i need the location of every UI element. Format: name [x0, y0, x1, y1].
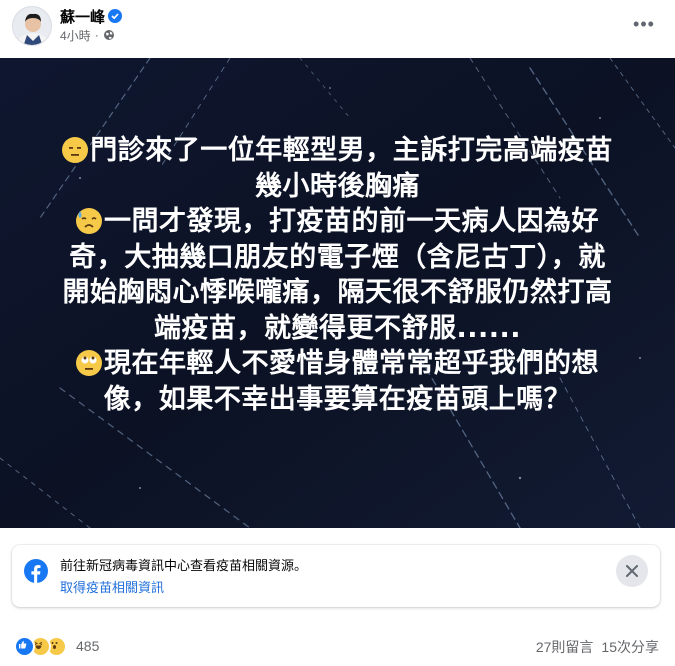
close-card-button[interactable]: [616, 555, 648, 587]
like-reaction-icon: [14, 635, 35, 657]
text-line-8: 像，如果不幸出事要算在疫苗頭上嗎？: [103, 383, 572, 415]
meta-separator: ·: [94, 28, 99, 42]
post-image-text: 門診來了一位年輕型男，主訴打完高端疫苗 幾小時後胸痛 一問才發現，打疫苗的前一天…: [30, 133, 645, 417]
covid-info-card: 前往新冠病毒資訊中心查看疫苗相關資源。 取得疫苗相關資訊: [12, 545, 660, 607]
facebook-logo-icon: [24, 559, 48, 583]
vaccine-info-link[interactable]: 取得疫苗相關資訊: [60, 577, 164, 596]
text-line-6: 端疫苗，就變得更不舒服......: [153, 312, 522, 344]
text-line-5: 開始胸悶心悸喉嚨痛，隔天很不舒服仍然打高: [62, 277, 613, 308]
more-options-button[interactable]: •••: [627, 10, 661, 38]
post-timestamp[interactable]: 4小時: [60, 27, 91, 44]
reaction-count: 485: [76, 638, 100, 654]
globe-icon[interactable]: [103, 29, 115, 41]
text-line-1: 門診來了一位年輕型男，主訴打完高端疫苗: [30, 133, 645, 169]
author-avatar[interactable]: [12, 6, 52, 46]
post-header: 蘇一峰 4小時 · •••: [0, 0, 675, 58]
text-line-3-content: 一問才發現，打疫苗的前一天病人因為好: [104, 206, 599, 237]
post-meta: 4小時 ·: [60, 27, 115, 43]
facebook-post: 蘇一峰 4小時 · ••• 門診來了一位年輕型男，主訴打完高端疫苗 幾小時後胸痛…: [0, 0, 675, 666]
author-name[interactable]: 蘇一峰: [60, 6, 105, 27]
sweat-face-icon: [76, 208, 102, 234]
text-line-4: 奇，大抽幾口朋友的電子煙（含尼古丁），就: [69, 241, 606, 273]
text-line-7: 現在年輕人不愛惜身體常常超乎我們的想: [30, 346, 645, 382]
reactions-summary[interactable]: 485: [14, 635, 100, 657]
expressionless-face-icon: [62, 137, 89, 163]
text-line-3: 一問才發現，打疫苗的前一天病人因為好: [30, 204, 645, 240]
post-stats: 27則留言 15次分享: [536, 637, 659, 657]
verified-badge-icon: [108, 9, 122, 23]
close-icon: [626, 565, 638, 577]
covid-info-text: 前往新冠病毒資訊中心查看疫苗相關資源。: [60, 558, 308, 573]
text-line-2: 幾小時後胸痛: [255, 170, 420, 202]
shares-count-link[interactable]: 15次分享: [601, 637, 659, 657]
eye-roll-face-icon: [76, 350, 102, 376]
avatar-photo: [13, 7, 51, 45]
comments-count-link[interactable]: 27則留言: [536, 637, 594, 657]
text-line-7-content: 現在年輕人不愛惜身體常常超乎我們的想: [104, 348, 599, 379]
post-image[interactable]: 門診來了一位年輕型男，主訴打完高端疫苗 幾小時後胸痛 一問才發現，打疫苗的前一天…: [0, 58, 675, 528]
text-line-1-content: 門診來了一位年輕型男，主訴打完高端疫苗: [90, 135, 613, 166]
